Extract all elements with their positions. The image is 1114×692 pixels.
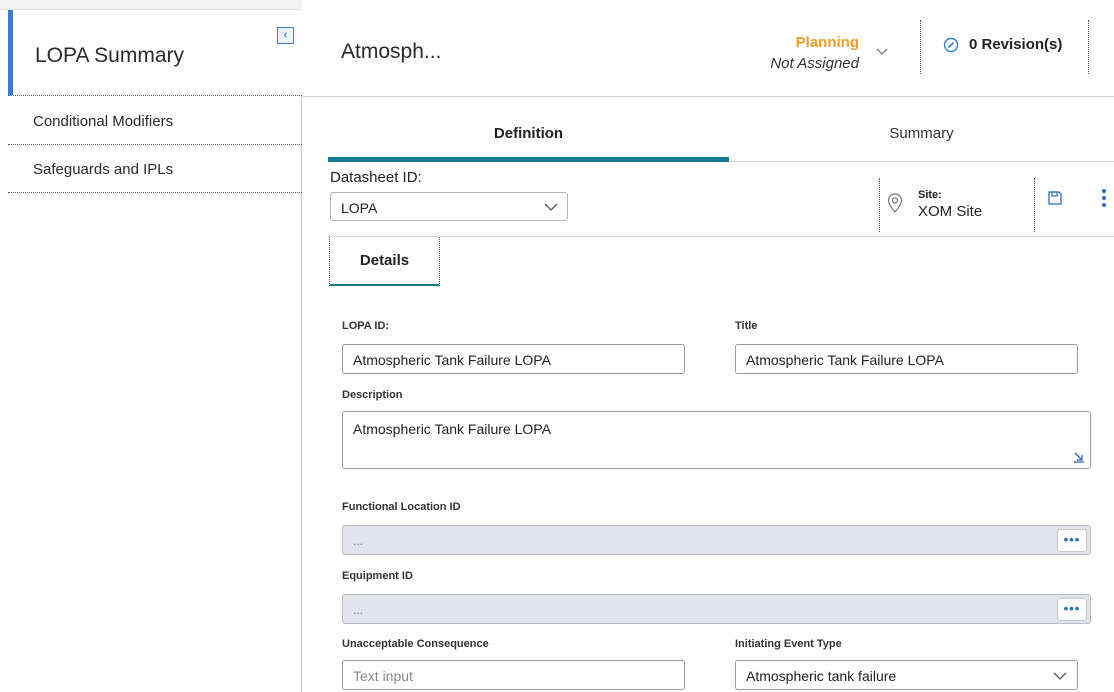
functional-location-browse-button[interactable]: ••• (1057, 529, 1087, 552)
unacceptable-consequence-label: Unacceptable Consequence (342, 638, 489, 650)
save-icon[interactable] (1047, 190, 1063, 206)
state-assignee: Not Assigned (770, 55, 859, 72)
lopa-id-label: LOPA ID: (342, 320, 390, 332)
equipment-browse-button[interactable]: ••• (1057, 598, 1087, 621)
sidebar-item-lopa-summary[interactable]: LOPA Summary (8, 10, 302, 96)
title-label: Title (735, 320, 758, 332)
description-value: Atmospheric Tank Failure LOPA (353, 421, 551, 437)
initiating-event-type-value: Atmospheric tank failure (746, 668, 897, 684)
tab-details[interactable]: Details (329, 237, 440, 286)
more-options-icon[interactable] (1099, 188, 1109, 208)
sidebar: LOPA Summary ‹ Conditional Modifiers Saf… (0, 0, 302, 692)
title-value: Atmospheric Tank Failure LOPA (746, 352, 944, 368)
sidebar-item-label: Conditional Modifiers (33, 113, 174, 130)
chevron-down-icon[interactable] (875, 44, 889, 58)
description-label: Description (342, 389, 403, 401)
lopa-id-value: Atmospheric Tank Failure LOPA (353, 352, 551, 368)
tab-summary[interactable]: Summary (729, 112, 1114, 162)
datasheet-label: Datasheet ID: (330, 169, 422, 186)
equipment-id-label: Equipment ID (342, 570, 413, 582)
record-tabs: Definition Summary (328, 112, 1114, 162)
site-label: Site: (918, 189, 942, 201)
resize-icon[interactable] (1073, 451, 1085, 463)
initiating-event-type-label: Initiating Event Type (735, 638, 842, 650)
tab-definition[interactable]: Definition (328, 112, 729, 162)
site-value: XOM Site (918, 203, 983, 220)
divider (920, 20, 921, 74)
revisions-label: 0 Revision(s) (969, 36, 1063, 53)
tab-details-label: Details (359, 252, 410, 269)
record-header: Atmosph... Planning Not Assigned 0 Revis… (303, 0, 1114, 97)
chevron-down-icon (544, 203, 558, 211)
sidebar-top-strip (0, 0, 302, 10)
lopa-id-field[interactable]: Atmospheric Tank Failure LOPA (342, 344, 685, 374)
sidebar-item-safeguards[interactable]: Safeguards and IPLs (8, 145, 302, 193)
page-title: Atmosph... (341, 40, 442, 63)
state-block[interactable]: Planning Not Assigned (763, 34, 859, 72)
datasheet-select[interactable]: LOPA (330, 192, 568, 221)
description-field[interactable]: Atmospheric Tank Failure LOPA (342, 411, 1091, 469)
functional-location-label: Functional Location ID (342, 501, 461, 513)
divider (1034, 178, 1035, 232)
state-name: Planning (795, 34, 859, 51)
title-field[interactable]: Atmospheric Tank Failure LOPA (735, 344, 1078, 374)
revisions-button[interactable]: 0 Revision(s) (943, 36, 1062, 53)
collapse-sidebar-icon[interactable]: ‹ (277, 27, 294, 44)
compass-icon (943, 37, 959, 52)
chevron-down-icon (1053, 672, 1067, 680)
equipment-id-field: ... ••• (342, 594, 1091, 624)
sidebar-item-conditional-modifiers[interactable]: Conditional Modifiers (8, 97, 302, 145)
sidebar-item-label: LOPA Summary (35, 44, 184, 67)
sidebar-item-label: Safeguards and IPLs (33, 161, 174, 178)
unacceptable-consequence-field[interactable]: Text input (342, 660, 685, 690)
location-pin-icon (887, 193, 903, 213)
datasheet-value: LOPA (341, 200, 378, 216)
divider (879, 178, 880, 232)
functional-location-field: ... ••• (342, 525, 1091, 555)
divider (1088, 20, 1089, 74)
initiating-event-type-select[interactable]: Atmospheric tank failure (735, 660, 1078, 690)
divider (328, 236, 1114, 237)
functional-location-value: ... (353, 534, 364, 548)
unacceptable-consequence-placeholder: Text input (353, 668, 413, 684)
equipment-id-value: ... (353, 603, 364, 617)
